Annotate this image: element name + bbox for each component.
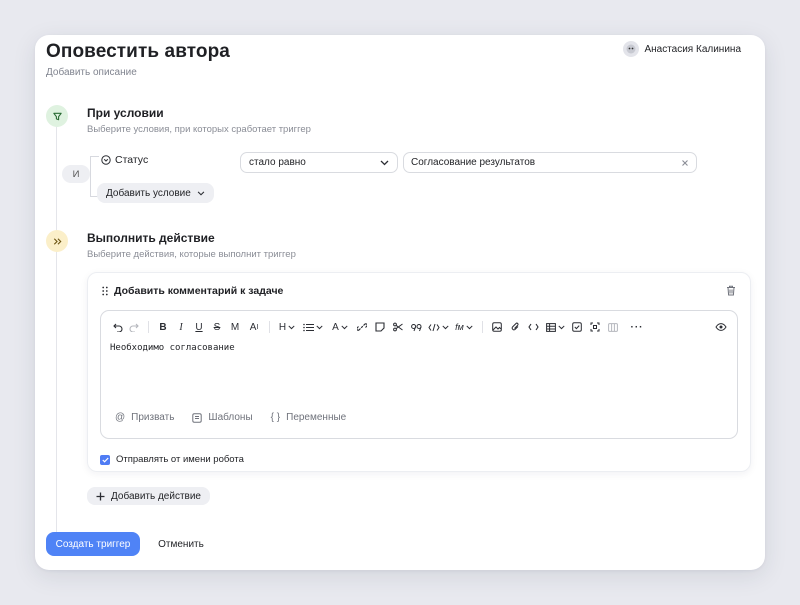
template-icon bbox=[192, 412, 203, 423]
logic-bracket-top bbox=[90, 156, 99, 157]
toolbar-divider bbox=[482, 321, 483, 333]
embed-icon[interactable] bbox=[586, 319, 604, 335]
send-as-robot-label: Отправлять от имени робота bbox=[116, 454, 244, 465]
mention-button[interactable]: @ Призвать bbox=[115, 412, 174, 423]
drag-handle-icon[interactable] bbox=[102, 286, 108, 296]
comment-editor[interactable]: B I U S M AI H A fм ··· Необходимо согла… bbox=[100, 310, 738, 439]
clear-icon[interactable] bbox=[681, 159, 689, 167]
mention-label: Призвать bbox=[131, 412, 175, 423]
link-icon[interactable] bbox=[353, 319, 371, 335]
code-icon[interactable] bbox=[524, 319, 542, 335]
condition-field-label: Статус bbox=[115, 154, 149, 166]
formula-icon[interactable]: fм bbox=[451, 319, 477, 335]
condition-field[interactable]: Статус bbox=[101, 154, 148, 166]
editor-toolbar: B I U S M AI H A fм ··· bbox=[111, 319, 729, 335]
italic-icon[interactable]: I bbox=[172, 319, 190, 335]
chevron-down-icon bbox=[380, 160, 389, 165]
condition-value-text: Согласование результатов bbox=[411, 157, 536, 168]
condition-step-badge bbox=[46, 105, 68, 127]
author-chip[interactable]: Анастасия Калинина bbox=[623, 41, 741, 57]
text-color-icon[interactable]: AI bbox=[244, 319, 264, 335]
plus-icon bbox=[96, 492, 105, 500]
logic-bracket bbox=[90, 156, 91, 196]
editor-content[interactable]: Необходимо согласование bbox=[110, 343, 235, 353]
cut-icon[interactable] bbox=[389, 319, 407, 335]
trigger-card: Оповестить автора Добавить описание Анас… bbox=[35, 35, 765, 570]
add-condition-label: Добавить условие bbox=[106, 187, 191, 199]
variables-button[interactable]: { } Переменные bbox=[271, 412, 347, 423]
action-header: Добавить комментарий к задаче bbox=[102, 285, 283, 297]
author-name: Анастасия Калинина bbox=[644, 43, 741, 55]
braces-icon: { } bbox=[270, 412, 281, 423]
chevron-circle-icon bbox=[101, 155, 111, 165]
check-icon bbox=[101, 457, 109, 463]
chevron-down-icon bbox=[197, 190, 205, 196]
action-card: Добавить комментарий к задаче B I U S M bbox=[87, 272, 751, 472]
add-action-label: Добавить действие bbox=[111, 490, 201, 502]
add-description-link[interactable]: Добавить описание bbox=[46, 67, 137, 78]
timeline-line bbox=[56, 123, 57, 535]
quote-icon[interactable] bbox=[407, 319, 425, 335]
underline-icon[interactable]: U bbox=[190, 319, 208, 335]
action-title: Добавить комментарий к задаче bbox=[114, 285, 284, 297]
add-action-button[interactable]: Добавить действие bbox=[87, 487, 210, 505]
font-color-icon[interactable]: A bbox=[327, 319, 353, 335]
condition-operator-value: стало равно bbox=[249, 157, 306, 168]
condition-value-input[interactable]: Согласование результатов bbox=[403, 152, 697, 173]
delete-action-button[interactable] bbox=[726, 283, 736, 301]
list-icon[interactable] bbox=[299, 319, 327, 335]
condition-operator-select[interactable]: стало равно bbox=[240, 152, 398, 173]
avatar bbox=[623, 41, 640, 57]
variables-label: Переменные bbox=[286, 412, 347, 423]
templates-label: Шаблоны bbox=[208, 412, 253, 423]
image-icon[interactable] bbox=[488, 319, 506, 335]
templates-button[interactable]: Шаблоны bbox=[192, 412, 253, 423]
logic-operator-badge[interactable]: И bbox=[62, 165, 90, 183]
add-condition-button[interactable]: Добавить условие bbox=[97, 183, 214, 203]
action-step-subtitle: Выберите действия, которые выполнит триг… bbox=[87, 249, 296, 260]
redo-icon[interactable] bbox=[125, 319, 143, 335]
code-block-icon[interactable] bbox=[425, 319, 451, 335]
send-as-robot-option[interactable]: Отправлять от имени робота bbox=[100, 454, 244, 465]
strikethrough-icon[interactable]: S bbox=[208, 319, 226, 335]
trash-icon bbox=[727, 285, 735, 296]
note-icon[interactable] bbox=[371, 319, 389, 335]
create-trigger-button[interactable]: Создать триггер bbox=[46, 532, 140, 556]
attachment-icon[interactable] bbox=[506, 319, 524, 335]
checkbox-icon[interactable] bbox=[568, 319, 586, 335]
condition-step-title: При условии bbox=[87, 106, 164, 120]
user-avatar-icon bbox=[626, 44, 636, 54]
table-icon[interactable] bbox=[542, 319, 568, 335]
action-step-title: Выполнить действие bbox=[87, 231, 215, 245]
heading-icon[interactable]: H bbox=[275, 319, 299, 335]
send-as-robot-checkbox[interactable] bbox=[100, 454, 110, 465]
at-icon: @ bbox=[115, 412, 126, 423]
page-title[interactable]: Оповестить автора bbox=[46, 41, 230, 63]
double-arrow-right-icon bbox=[53, 237, 61, 245]
undo-icon[interactable] bbox=[111, 319, 125, 335]
columns-icon[interactable] bbox=[604, 319, 622, 335]
condition-step-subtitle: Выберите условия, при которых сработает … bbox=[87, 124, 311, 135]
toolbar-divider bbox=[269, 321, 270, 333]
editor-footer: @ Призвать Шаблоны { } Переменные bbox=[115, 412, 346, 423]
filter-icon bbox=[52, 112, 62, 120]
preview-eye-icon[interactable] bbox=[713, 319, 729, 335]
bold-icon[interactable]: B bbox=[154, 319, 172, 335]
more-icon[interactable]: ··· bbox=[626, 319, 648, 335]
cancel-button[interactable]: Отменить bbox=[145, 532, 217, 556]
action-step-badge bbox=[46, 230, 68, 252]
toolbar-divider bbox=[148, 321, 149, 333]
monospace-icon[interactable]: M bbox=[226, 319, 244, 335]
